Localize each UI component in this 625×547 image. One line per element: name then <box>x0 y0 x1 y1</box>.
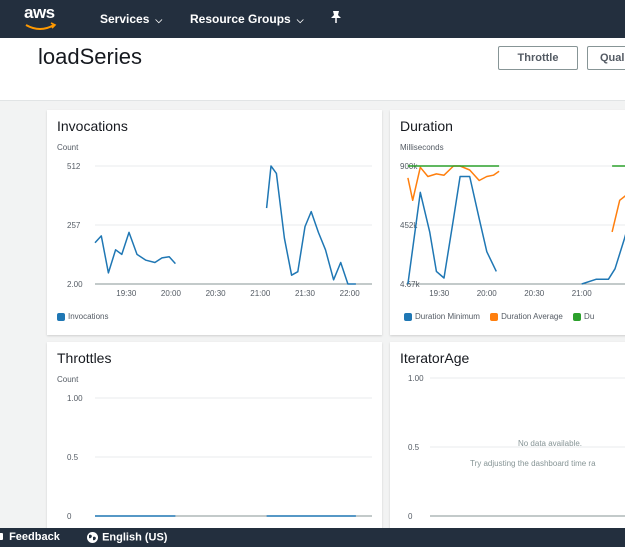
chevron-down-icon: ⌵ <box>296 15 304 25</box>
top-navigation-bar: aws Services ⌵ Resource Groups ⌵ <box>0 0 625 38</box>
x-tick-label: 21:00 <box>250 289 271 298</box>
throttle-button[interactable]: Throttle <box>498 46 578 70</box>
duration-panel: Duration Milliseconds 900k 452k 4.67k 19:30… <box>390 110 625 335</box>
y-tick-label: 512 <box>67 162 81 171</box>
x-tick-label: 21:30 <box>295 289 316 298</box>
legend-swatch <box>57 312 65 321</box>
no-data-message: No data available. <box>517 439 583 448</box>
invocations-panel: Invocations Count 512 257 2.00 19:30 20:00 20… <box>47 110 382 335</box>
footer-bar: Feedback English (US) <box>0 528 625 547</box>
feedback-label: Feedback <box>9 531 60 543</box>
dashboard-grid: Invocations Count 512 257 2.00 19:30 20:00 20… <box>38 104 625 532</box>
aws-smile-icon <box>25 22 57 30</box>
legend-item[interactable]: Duration Minimum <box>404 312 480 321</box>
feedback-link[interactable]: Feedback <box>0 531 60 543</box>
legend-item[interactable]: Du <box>573 312 594 321</box>
series-line[interactable] <box>94 231 176 274</box>
language-label: English (US) <box>102 531 168 544</box>
services-menu-label: Services <box>100 12 150 26</box>
legend-swatch <box>490 312 499 321</box>
iterator-age-chart[interactable]: 1.000.50 <box>390 342 625 532</box>
y-tick-label: 1.00 <box>67 394 83 403</box>
x-tick-label: 20:00 <box>477 289 498 298</box>
legend-label: Duration Average <box>501 312 563 321</box>
y-tick-label: 4.67k <box>400 280 421 289</box>
legend-label: Duration Minimum <box>415 312 480 321</box>
no-data-hint: Try adjusting the dashboard time ra <box>470 459 596 468</box>
aws-logo[interactable]: aws <box>20 3 64 33</box>
language-selector[interactable]: English (US) <box>86 531 167 544</box>
y-tick-label: 1.00 <box>408 374 424 383</box>
legend-swatch <box>573 312 582 321</box>
services-menu[interactable]: Services ⌵ <box>100 12 162 26</box>
x-tick-label: 20:00 <box>161 289 182 298</box>
y-tick-label: 0 <box>67 512 72 521</box>
page-header: loadSeries Throttle Qual <box>0 38 625 101</box>
x-tick-label: 21:00 <box>572 289 593 298</box>
feedback-icon <box>0 533 3 541</box>
x-tick-label: 22:00 <box>340 289 361 298</box>
y-tick-label: 0 <box>408 512 413 521</box>
iterator-age-panel: IteratorAge 1.00 0.5 0 No data available. … <box>390 342 625 532</box>
resource-groups-menu-label: Resource Groups <box>190 12 291 26</box>
legend-label: Invocations <box>68 312 109 321</box>
x-tick-label: 20:30 <box>524 289 545 298</box>
series-line[interactable] <box>611 195 625 233</box>
x-tick-label: 20:30 <box>206 289 227 298</box>
duration-chart[interactable]: 900k452k4.67k19:3020:0020:3021:002 <box>390 110 625 310</box>
pin-icon[interactable] <box>330 10 342 27</box>
y-tick-label: 257 <box>67 221 81 230</box>
page-title: loadSeries <box>38 44 142 69</box>
chart-legend: Duration Minimum Duration Average Du <box>404 312 602 323</box>
y-tick-label: 2.00 <box>67 280 83 289</box>
globe-icon <box>87 532 98 543</box>
pin-icon-svg <box>331 11 341 23</box>
chart-legend: Invocations <box>57 312 116 323</box>
throttles-chart[interactable]: 1.00 0.5 0 <box>47 342 382 532</box>
legend-swatch <box>404 312 412 321</box>
x-tick-label: 19:30 <box>429 289 450 298</box>
throttles-panel: Throttles Count 1.00 0.5 0 <box>47 342 382 532</box>
series-line[interactable] <box>581 206 625 285</box>
quality-button[interactable]: Qual <box>587 46 625 70</box>
x-tick-label: 19:30 <box>116 289 137 298</box>
legend-item[interactable]: Duration Average <box>490 312 563 321</box>
legend-label: Du <box>584 312 595 321</box>
legend-item[interactable]: Invocations <box>57 312 108 321</box>
chevron-down-icon: ⌵ <box>155 15 163 25</box>
y-tick-label: 0.5 <box>67 453 79 462</box>
invocations-chart[interactable]: 512 257 2.00 19:30 20:00 20:30 21:00 21:30 22:00 <box>47 110 382 310</box>
resource-groups-menu[interactable]: Resource Groups ⌵ <box>190 12 304 26</box>
series-line[interactable] <box>407 175 497 285</box>
